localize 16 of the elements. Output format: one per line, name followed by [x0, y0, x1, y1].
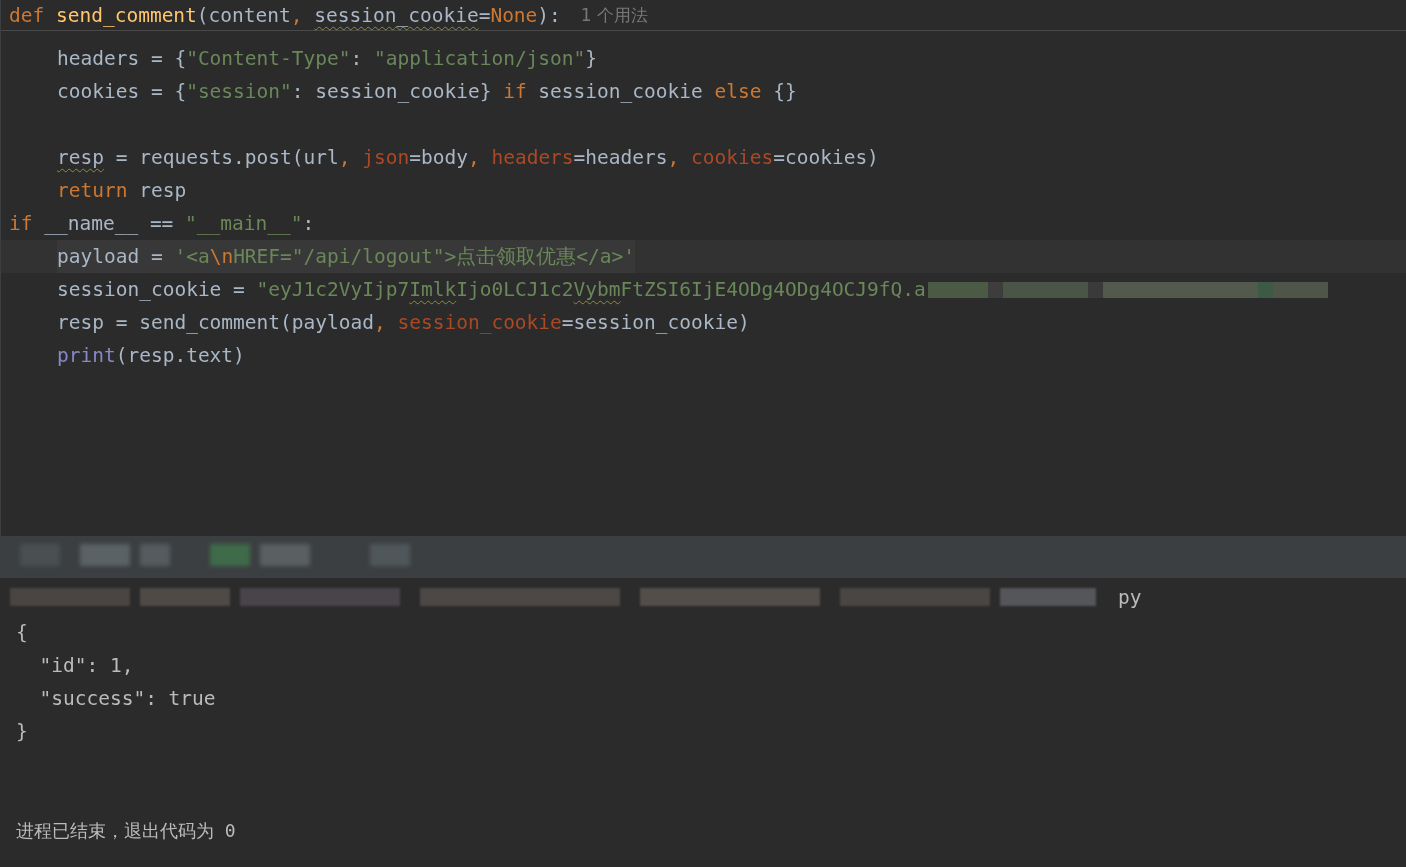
console-text: py — [1118, 585, 1142, 609]
code-line: resp = send_comment(payload, session_cookie=session_cookie) — [57, 310, 750, 336]
code-line: resp = requests.post(url, json=body, headers=headers, cookies=cookies) — [57, 145, 879, 171]
code-line: if __name__ == "__main__": — [9, 211, 315, 237]
console-output-line: "success": true — [38, 687, 216, 710]
console-output-line: { — [16, 621, 28, 644]
exit-message: 进程已结束，退出代码为 0 — [16, 818, 236, 843]
code-line: return resp — [57, 178, 187, 204]
console-output-line: "id": 1, — [38, 654, 134, 677]
usage-hint[interactable]: 1 个用法 — [580, 3, 649, 27]
code-line: def send_comment(content, session_cookie=None): — [9, 2, 561, 29]
code-line: cookies = {"session": session_cookie} if session_cookie else {} — [57, 79, 797, 105]
code-line: print(resp.text) — [57, 343, 245, 369]
console-output-line: } — [16, 720, 28, 743]
code-line: headers = {"Content-Type": "application/json"} — [57, 46, 598, 72]
code-line: session_cookie = "eyJ1c2VyIjp7ImlkIjo0LCJ1c2VybmFtZSI6IjE4ODg4ODg4OCJ9fQ.a — [57, 277, 926, 303]
